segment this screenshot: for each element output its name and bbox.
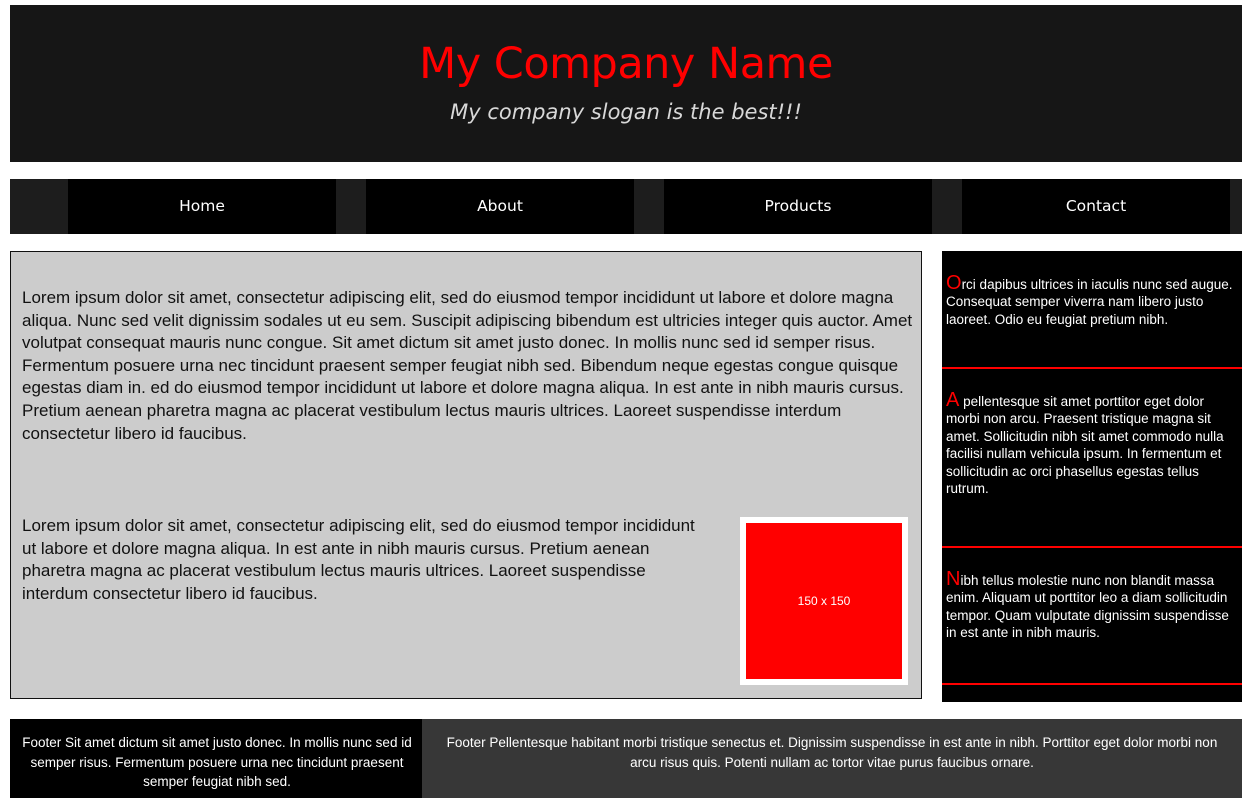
main-content: Lorem ipsum dolor sit amet, consectetur … <box>10 251 922 699</box>
footer-left-text: Footer Sit amet dictum sit amet justo do… <box>22 735 412 789</box>
site-header: My Company Name My company slogan is the… <box>10 5 1242 162</box>
nav-item-products[interactable]: Products <box>664 179 932 234</box>
sidebar-item-body: pellentesque sit amet porttitor eget dol… <box>946 394 1224 497</box>
sidebar-item: A pellentesque sit amet porttitor eget d… <box>942 387 1242 548</box>
footer-left: Footer Sit amet dictum sit amet justo do… <box>10 719 422 798</box>
nav-item-about[interactable]: About <box>366 179 634 234</box>
company-name: My Company Name <box>419 39 833 89</box>
footer-right-text: Footer Pellentesque habitant morbi trist… <box>446 735 1218 770</box>
sidebar-item-text: A pellentesque sit amet porttitor eget d… <box>946 387 1240 497</box>
sidebar-item: Nibh tellus molestie nunc non blandit ma… <box>942 566 1242 685</box>
sidebar: Orci dapibus ultrices in iaculis nunc se… <box>942 251 1242 702</box>
image-placeholder-label: 150 x 150 <box>797 594 851 608</box>
sidebar-dropcap: N <box>946 568 961 590</box>
sidebar-item-text: Nibh tellus molestie nunc non blandit ma… <box>946 566 1240 642</box>
content-paragraph-1: Lorem ipsum dolor sit amet, consectetur … <box>22 288 913 443</box>
main-nav: Home About Products Contact <box>10 179 1242 234</box>
nav-item-home[interactable]: Home <box>68 179 336 234</box>
content-paragraph-2: Lorem ipsum dolor sit amet, consectetur … <box>22 516 695 603</box>
sidebar-item-body: ibh tellus molestie nunc non blandit mas… <box>946 573 1229 641</box>
company-slogan: My company slogan is the best!!! <box>450 100 802 124</box>
sidebar-item-text: Orci dapibus ultrices in iaculis nunc se… <box>946 271 1240 328</box>
footer-right: Footer Pellentesque habitant morbi trist… <box>422 719 1242 798</box>
image-placeholder-frame: 150 x 150 <box>740 517 908 685</box>
nav-item-contact[interactable]: Contact <box>962 179 1230 234</box>
image-placeholder: 150 x 150 <box>746 523 902 679</box>
sidebar-dropcap: O <box>946 272 962 294</box>
sidebar-item: Orci dapibus ultrices in iaculis nunc se… <box>942 271 1242 369</box>
sidebar-dropcap: A <box>946 389 960 411</box>
sidebar-item-body: rci dapibus ultrices in iaculis nunc sed… <box>946 277 1233 327</box>
